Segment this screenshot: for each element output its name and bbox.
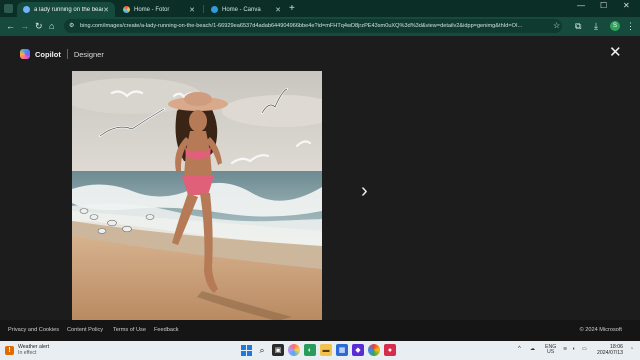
brand-name: Copilot (35, 49, 61, 59)
profile-avatar[interactable]: S (610, 21, 620, 31)
wifi-icon[interactable]: ≋ (563, 346, 567, 352)
tab-canva[interactable]: Home - Canva ✕ (205, 2, 287, 17)
favorite-star-icon[interactable]: ☆ (553, 20, 560, 32)
weather-widget[interactable]: ! Weather alert In effect (5, 344, 49, 356)
notifications-icon[interactable]: ◔ (630, 346, 633, 352)
next-image-button[interactable]: › (361, 181, 368, 201)
section-name: Designer (73, 49, 104, 59)
address-text: bing.com/images/create/a-lady-running-on… (80, 23, 523, 29)
language-indicator[interactable]: ENG US (545, 344, 556, 355)
page-footer: Privacy and Cookies Content Policy Terms… (0, 320, 640, 341)
chrome-app-icon[interactable] (368, 344, 380, 356)
tab-bing-create[interactable]: a lady running on the beach - Se ✕ (17, 2, 115, 17)
search-icon[interactable]: ⌕ (256, 344, 268, 356)
address-bar[interactable]: ⚙ bing.com/images/create/a-lady-running-… (64, 19, 562, 33)
tab-label: Home - Fotor (134, 6, 170, 13)
home-icon[interactable]: ⌂ (49, 20, 54, 32)
footer-link-privacy[interactable]: Privacy and Cookies (8, 327, 59, 333)
designer-viewer: Copilot Designer ✕ › Privacy and Cookies… (0, 36, 640, 341)
windows-taskbar: ! Weather alert In effect ⌕ ▣ ◐ ▬ ▦ ◆ ● … (0, 341, 640, 360)
start-icon[interactable] (240, 344, 252, 356)
footer-link-feedback[interactable]: Feedback (154, 327, 179, 333)
store-app-icon[interactable]: ▦ (336, 344, 348, 356)
tab-fotor[interactable]: Home - Fotor ✕ (117, 2, 201, 17)
app-red-icon[interactable]: ● (384, 344, 396, 356)
copilot-logo-icon (20, 49, 30, 59)
close-tab-icon[interactable]: ✕ (103, 6, 109, 14)
copilot-app-icon[interactable] (288, 344, 300, 356)
extensions-icon[interactable]: ⧉ (575, 20, 581, 32)
minimize-icon[interactable]: — (577, 1, 585, 10)
generated-image[interactable] (72, 71, 322, 321)
tab-divider (203, 5, 204, 13)
brand-divider (66, 49, 68, 59)
weather-alert-icon: ! (5, 345, 14, 355)
volume-icon[interactable]: ◖ (572, 346, 575, 352)
site-info-icon[interactable]: ⚙ (69, 22, 74, 29)
brand-header: Copilot Designer (20, 49, 104, 59)
taskbar-clock[interactable]: 18:06 2024/07/13 (597, 344, 623, 356)
tab-label: Home - Canva (222, 6, 261, 13)
close-viewer-button[interactable]: ✕ (609, 45, 622, 60)
canva-favicon-icon (211, 6, 218, 13)
close-tab-icon[interactable]: ✕ (189, 6, 195, 14)
weather-subtitle: In effect (18, 350, 37, 356)
tab-label: a lady running on the beach - Se (34, 6, 103, 13)
region-code: US (547, 349, 555, 355)
reload-icon[interactable]: ↻ (35, 20, 43, 32)
edge-app-icon[interactable]: ◐ (304, 344, 316, 356)
browser-toolbar: ← → ↻ ⌂ ⚙ bing.com/images/create/a-lady-… (0, 17, 640, 36)
file-explorer-icon[interactable]: ▬ (320, 344, 332, 356)
bing-favicon-icon (23, 6, 30, 13)
browser-tab-bar: a lady running on the beach - Se ✕ Home … (0, 0, 640, 17)
downloads-icon[interactable]: ⤓ (594, 20, 598, 32)
back-icon[interactable]: ← (6, 20, 15, 32)
beach-runner-illustration (72, 71, 322, 321)
task-view-icon[interactable]: ▣ (272, 344, 284, 356)
battery-icon[interactable]: ▭ (582, 346, 587, 352)
new-tab-icon[interactable]: + (289, 3, 295, 14)
app-purple-icon[interactable]: ◆ (352, 344, 364, 356)
cloud-icon[interactable]: ☁ (530, 346, 535, 352)
footer-link-content-policy[interactable]: Content Policy (67, 327, 103, 333)
footer-link-terms[interactable]: Terms of Use (113, 327, 146, 333)
forward-icon[interactable]: → (20, 20, 29, 32)
close-tab-icon[interactable]: ✕ (275, 6, 281, 14)
fotor-favicon-icon (123, 6, 130, 13)
taskbar-apps: ⌕ ▣ ◐ ▬ ▦ ◆ ● (240, 344, 396, 356)
tray-overflow-icon[interactable]: ^ (518, 346, 521, 352)
close-window-icon[interactable]: ✕ (623, 1, 630, 10)
maximize-icon[interactable]: ☐ (600, 1, 607, 10)
clock-date: 2024/07/13 (597, 350, 623, 356)
footer-copyright: © 2024 Microsoft (579, 327, 622, 333)
menu-icon[interactable]: ⋮ (626, 20, 635, 32)
tab-actions-icon[interactable] (4, 4, 13, 13)
